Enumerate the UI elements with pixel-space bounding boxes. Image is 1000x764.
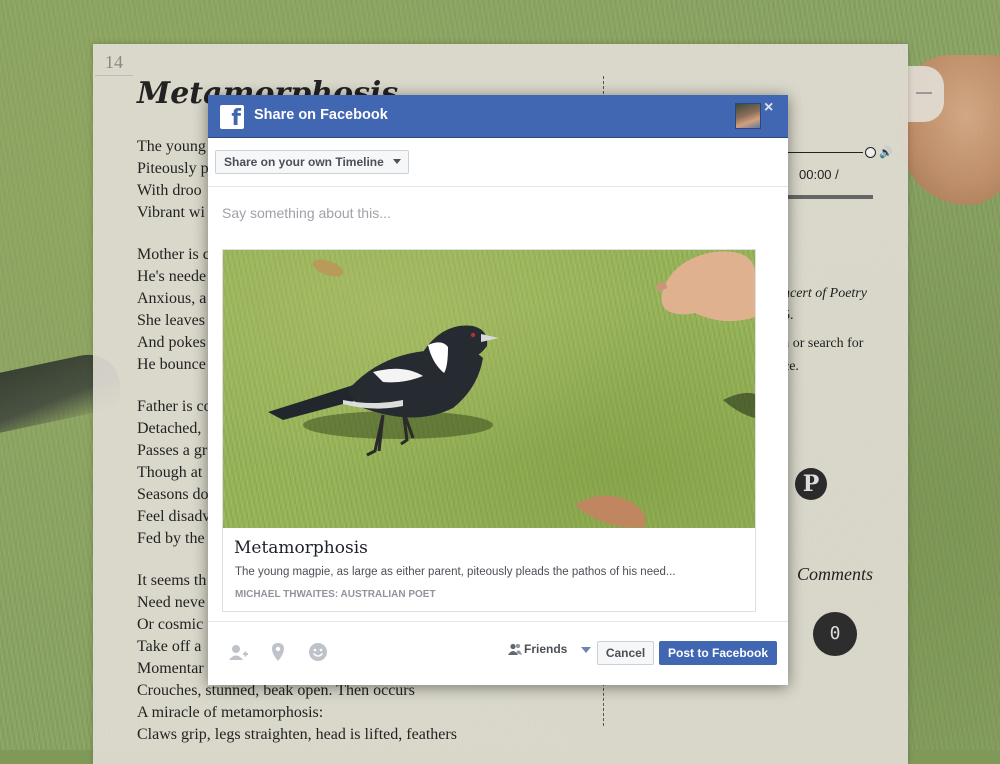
poem-line: A miracle of metamorphosis: bbox=[137, 704, 324, 721]
avatar bbox=[735, 103, 761, 129]
page-number: 14 bbox=[95, 52, 133, 76]
link-preview-body: Metamorphosis The young magpie, as large… bbox=[223, 528, 755, 611]
post-to-facebook-button[interactable]: Post to Facebook bbox=[659, 641, 777, 665]
friends-icon bbox=[508, 643, 522, 655]
audience-label: Share on your own Timeline bbox=[224, 155, 384, 169]
link-description: The young magpie, as large as either par… bbox=[235, 566, 676, 578]
speaker-icon[interactable]: 🔊 bbox=[879, 146, 893, 159]
search-line: a or search for bbox=[783, 336, 863, 352]
divider bbox=[208, 621, 788, 622]
search-line-text: or search for bbox=[789, 336, 864, 351]
close-icon[interactable]: × bbox=[764, 99, 773, 117]
side-tab[interactable] bbox=[908, 66, 944, 122]
pinterest-icon[interactable]: P bbox=[795, 468, 827, 500]
emoji-icon[interactable] bbox=[308, 642, 328, 662]
poem-line: Claws grip, legs straighten, head is lif… bbox=[137, 726, 457, 743]
cancel-button[interactable]: Cancel bbox=[597, 641, 654, 665]
comments-count[interactable]: 0 bbox=[813, 612, 857, 656]
message-input[interactable] bbox=[222, 205, 762, 221]
magpie-illustration bbox=[268, 251, 755, 528]
facebook-logo-letter: f bbox=[231, 106, 241, 129]
link-domain: MICHAEL THWAITES: AUSTRALIAN POET bbox=[235, 589, 436, 600]
audio-volume-knob[interactable] bbox=[865, 147, 876, 158]
chevron-down-icon bbox=[580, 646, 591, 653]
dialog-header: f Share on Facebook × bbox=[208, 95, 788, 138]
share-dialog: f Share on Facebook × Share on your own … bbox=[208, 95, 788, 685]
tag-friends-icon[interactable] bbox=[228, 642, 248, 662]
comments-label: Comments bbox=[797, 564, 873, 584]
audience-dropdown[interactable]: Share on your own Timeline bbox=[215, 150, 409, 174]
audio-time: 00:00 / bbox=[799, 167, 839, 182]
audio-volume-track[interactable] bbox=[783, 152, 863, 153]
link-title: Metamorphosis bbox=[234, 538, 368, 558]
audio-progress-bar[interactable] bbox=[783, 195, 873, 199]
minus-icon bbox=[916, 92, 932, 94]
location-pin-icon[interactable] bbox=[268, 642, 288, 662]
facebook-logo-icon: f bbox=[220, 105, 244, 129]
chevron-down-icon bbox=[392, 159, 401, 164]
divider bbox=[208, 186, 788, 187]
magpie-image bbox=[223, 250, 755, 528]
concert-text: ncert of Poetry bbox=[783, 286, 867, 301]
dialog-title: Share on Facebook bbox=[254, 107, 388, 123]
link-preview-card[interactable]: Metamorphosis The young magpie, as large… bbox=[222, 249, 756, 612]
privacy-label: Friends bbox=[524, 642, 568, 656]
privacy-selector[interactable]: Friends bbox=[508, 642, 591, 656]
